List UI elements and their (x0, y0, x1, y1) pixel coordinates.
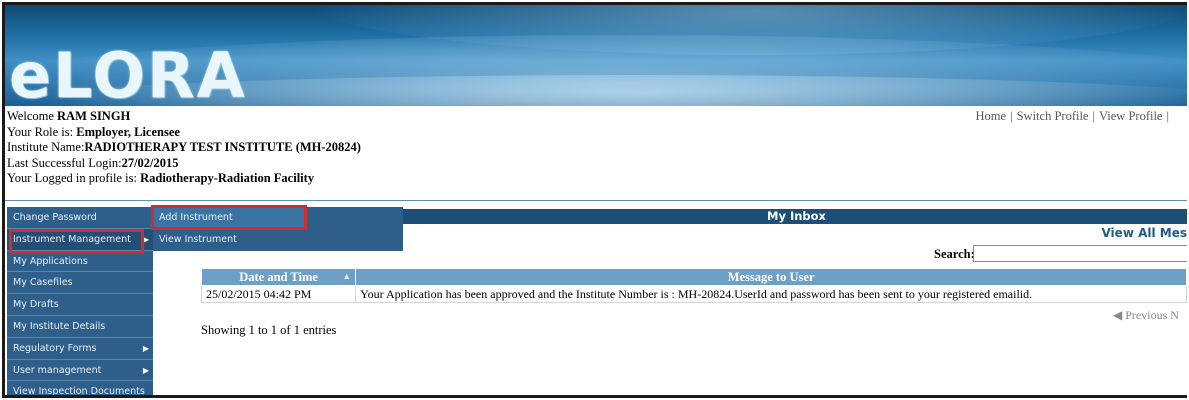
column-header-message[interactable]: Message to User (355, 268, 1187, 286)
search-input[interactable] (973, 245, 1187, 262)
app-window: eLORA Welcome RAM SINGH Your Role is: Em… (2, 2, 1187, 398)
sort-icon: ▲︎ (342, 271, 352, 281)
header-divider (5, 200, 1187, 201)
inbox-title: My Inbox (403, 209, 1187, 224)
user-info-panel: Welcome RAM SINGH Your Role is: Employer… (7, 109, 361, 187)
submenu-item-add-instrument[interactable]: Add Instrument (153, 207, 305, 229)
role-value: Employer, Licensee (76, 124, 180, 139)
sidebar-item-my-institute-details[interactable]: My Institute Details (7, 316, 153, 338)
sidebar-item-instrument-management[interactable]: Instrument Management ▶ (7, 228, 153, 251)
header-banner: eLORA (5, 5, 1187, 106)
pagination: ◀︎ Previous N (1113, 308, 1179, 323)
table-row[interactable]: 25/02/2015 04:42 PM Your Application has… (200, 285, 1187, 303)
view-all-messages-link[interactable]: View All Mes (1101, 226, 1187, 240)
elora-logo: eLORA (9, 39, 247, 107)
sidebar-item-view-inspection-documents[interactable]: View Inspection Documents (7, 381, 153, 395)
chevron-right-icon: ▶ (142, 234, 149, 244)
sidebar-item-regulatory-forms[interactable]: Regulatory Forms ▶ (7, 338, 153, 360)
home-link[interactable]: Home (976, 109, 1007, 123)
last-login-value: 27/02/2015 (121, 155, 179, 170)
entries-info: Showing 1 to 1 of 1 entries (201, 323, 337, 337)
previous-page-link[interactable]: Previous (1125, 308, 1167, 322)
role-line: Your Role is: Employer, Licensee (7, 124, 180, 139)
sidebar-item-change-password[interactable]: Change Password (7, 207, 153, 229)
top-links: Home | Switch Profile | View Profile | (975, 109, 1169, 123)
sidebar-item-user-management[interactable]: User management ▶ (7, 360, 153, 382)
sidebar-menu: Change Password Instrument Management ▶ M… (7, 207, 153, 395)
submenu-item-view-instrument[interactable]: View Instrument (153, 229, 403, 251)
welcome-line: Welcome RAM SINGH (7, 109, 131, 123)
table-header-row: Date and Time ▲︎ Message to User (200, 268, 1187, 286)
sidebar-item-my-casefiles[interactable]: My Casefiles (7, 272, 153, 295)
sidebar-item-my-applications[interactable]: My Applications (7, 251, 153, 273)
search-label: Search: (934, 247, 975, 261)
user-name: RAM SINGH (57, 109, 131, 123)
cell-message: Your Application has been approved and t… (355, 285, 1187, 303)
column-header-date[interactable]: Date and Time ▲︎ (200, 268, 357, 286)
previous-arrow-icon: ◀︎ (1113, 308, 1123, 322)
view-profile-link[interactable]: View Profile (1099, 109, 1162, 123)
instrument-submenu: Add Instrument View Instrument (153, 207, 403, 251)
chevron-right-icon: ▶ (142, 343, 149, 353)
profile-value: Radiotherapy-Radiation Facility (140, 171, 315, 185)
inbox-table: Date and Time ▲︎ Message to User 25/02/20… (200, 268, 1187, 303)
cell-date: 25/02/2015 04:42 PM (200, 285, 357, 303)
institute-value: RADIOTHERAPY TEST INSTITUTE (MH-20824) (84, 140, 361, 154)
switch-profile-link[interactable]: Switch Profile (1017, 109, 1089, 123)
institute-line: Institute Name:RADIOTHERAPY TEST INSTITU… (7, 140, 361, 154)
next-page-link[interactable]: N (1170, 308, 1179, 322)
last-login-line: Last Successful Login:27/02/2015 (7, 155, 179, 170)
profile-line: Your Logged in profile is: Radiotherapy-… (7, 171, 315, 185)
chevron-right-icon: ▶ (142, 365, 149, 375)
sidebar-item-my-drafts[interactable]: My Drafts (7, 294, 153, 316)
